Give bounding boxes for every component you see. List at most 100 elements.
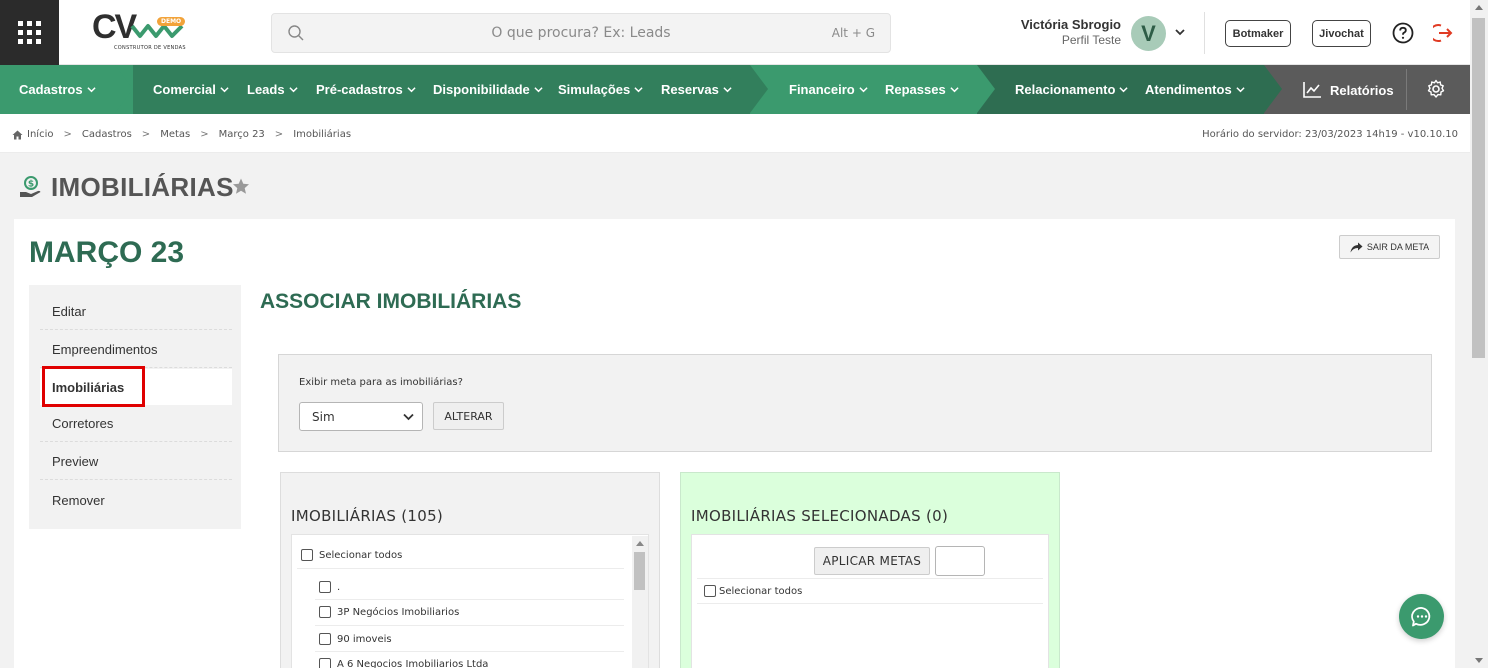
gear-icon[interactable] <box>1426 79 1446 99</box>
list-item[interactable]: 90 imoveis <box>319 633 392 645</box>
nav-item-repasses[interactable]: Repasses <box>885 82 959 97</box>
side-item-empreendimentos[interactable]: Empreendimentos <box>40 332 232 368</box>
list-item[interactable]: 3P Negócios Imobiliarios <box>319 606 459 618</box>
meta-title: MARÇO 23 <box>29 236 185 269</box>
select-all-label: Selecionar todos <box>319 549 403 561</box>
help-icon[interactable] <box>1392 22 1414 44</box>
nav-item-financeiro[interactable]: Financeiro <box>789 82 868 97</box>
nav-item-pre-cadastros[interactable]: Pré-cadastros <box>316 82 416 97</box>
side-item-remover[interactable]: Remover <box>40 482 232 518</box>
user-info[interactable]: Victória Sbrogio Perfil Teste <box>980 17 1121 47</box>
scroll-up-icon[interactable] <box>636 541 644 546</box>
nav-item-leads[interactable]: Leads <box>247 82 298 97</box>
side-item-editar[interactable]: Editar <box>40 294 232 330</box>
global-search[interactable]: O que procura? Ex: Leads Alt + G <box>271 13 891 53</box>
select-value: Sim <box>312 409 335 424</box>
show-meta-select[interactable]: Sim <box>299 402 423 431</box>
logo-text: CV <box>92 8 137 46</box>
apps-menu-button[interactable] <box>0 0 59 65</box>
divider <box>297 568 624 569</box>
nav-arrow <box>1264 65 1282 113</box>
select-all-selected[interactable]: Selecionar todos <box>704 585 802 597</box>
botmaker-button[interactable]: Botmaker <box>1225 20 1291 47</box>
breadcrumb-separator: > <box>63 129 72 140</box>
breadcrumb-item[interactable]: Início <box>27 129 53 140</box>
breadcrumb-item[interactable]: Cadastros <box>82 129 132 140</box>
divider <box>1204 12 1205 54</box>
breadcrumb-item[interactable]: Metas <box>160 129 190 140</box>
chevron-down-icon <box>534 87 543 93</box>
list-item[interactable]: A 6 Negocios Imobiliarios Ltda <box>319 658 488 668</box>
server-time: Horário do servidor: 23/03/2023 14h19 - … <box>1202 129 1458 140</box>
demo-badge: DEMO <box>157 17 186 26</box>
logout-icon[interactable] <box>1433 22 1455 44</box>
side-item-preview[interactable]: Preview <box>40 444 232 480</box>
checkbox[interactable] <box>319 581 331 593</box>
main-navbar: Cadastros Comercial Leads Pré-cadastros … <box>0 65 1470 114</box>
nav-item-relacionamento[interactable]: Relacionamento <box>1015 82 1129 97</box>
chat-bubble-icon <box>1410 606 1430 626</box>
divider <box>697 578 1043 579</box>
nav-item-disponibilidade[interactable]: Disponibilidade <box>433 82 543 97</box>
list-item-label: 3P Negócios Imobiliarios <box>337 606 460 618</box>
side-menu: Editar Empreendimentos Imobiliárias Corr… <box>29 285 241 529</box>
avatar[interactable]: V <box>1131 16 1166 51</box>
chevron-down-icon[interactable] <box>1174 26 1186 38</box>
exit-meta-label: SAIR DA META <box>1366 242 1430 252</box>
jivochat-button[interactable]: Jivochat <box>1312 20 1371 47</box>
chat-button[interactable] <box>1399 594 1444 639</box>
nav-item-reservas[interactable]: Reservas <box>661 82 732 97</box>
scroll-up-icon[interactable] <box>1475 5 1483 10</box>
divider <box>315 651 624 652</box>
checkbox[interactable] <box>319 606 331 618</box>
grid-icon <box>18 21 41 44</box>
available-panel-title: IMOBILIÁRIAS (105) <box>291 507 444 525</box>
filter-label: Exibir meta para as imobiliárias? <box>299 377 463 388</box>
meta-value-input[interactable] <box>935 546 985 576</box>
scroll-thumb[interactable] <box>634 552 645 590</box>
exit-meta-button[interactable]: SAIR DA META <box>1339 235 1440 259</box>
nav-label: Repasses <box>885 82 946 97</box>
nav-item-atendimentos[interactable]: Atendimentos <box>1145 82 1245 97</box>
breadcrumb-item[interactable]: Março 23 <box>219 129 265 140</box>
list-scrollbar[interactable] <box>632 536 648 668</box>
breadcrumb-separator: > <box>274 129 284 140</box>
nav-item-simulacoes[interactable]: Simulações <box>558 82 643 97</box>
chevron-down-icon <box>1119 87 1129 93</box>
share-arrow-icon <box>1350 242 1363 252</box>
checkbox[interactable] <box>704 585 716 597</box>
chevron-down-icon <box>407 87 416 93</box>
nav-label: Disponibilidade <box>433 82 530 97</box>
scroll-down-icon[interactable] <box>1475 658 1483 663</box>
chevron-down-icon <box>403 413 414 421</box>
star-icon[interactable] <box>232 178 250 195</box>
user-role: Perfil Teste <box>1061 33 1121 47</box>
home-icon[interactable] <box>12 130 23 140</box>
nav-label: Financeiro <box>789 82 855 97</box>
checkbox[interactable] <box>319 633 331 645</box>
divider <box>697 603 1043 604</box>
alterar-button[interactable]: ALTERAR <box>433 402 504 430</box>
checkbox[interactable] <box>319 658 331 668</box>
nav-item-comercial[interactable]: Comercial <box>153 82 229 97</box>
select-all-available[interactable]: Selecionar todos <box>301 549 402 561</box>
breadcrumb-bar: Início > Cadastros > Metas > Março 23 > … <box>0 114 1470 153</box>
nav-label: Relacionamento <box>1015 82 1116 97</box>
logo[interactable]: CV DEMO CONSTRUTOR DE VENDAS <box>92 8 188 56</box>
divider <box>315 625 624 626</box>
nav-label: Comercial <box>153 82 216 97</box>
side-item-corretores[interactable]: Corretores <box>40 406 232 442</box>
chevron-down-icon <box>723 87 732 93</box>
nav-item-cadastros[interactable]: Cadastros <box>19 82 96 97</box>
apply-metas-button[interactable]: APLICAR METAS <box>814 547 930 575</box>
list-item-label: 90 imoveis <box>337 633 392 645</box>
scroll-thumb[interactable] <box>1472 18 1485 358</box>
page-scrollbar[interactable] <box>1470 0 1488 668</box>
logo-subtitle: CONSTRUTOR DE VENDAS <box>114 45 186 51</box>
nav-item-relatorios[interactable]: Relatórios <box>1302 81 1394 99</box>
chevron-down-icon <box>950 87 959 93</box>
user-name: Victória Sbrogio <box>1020 17 1121 32</box>
checkbox[interactable] <box>301 549 313 561</box>
list-item[interactable]: . <box>319 581 340 593</box>
nav-label: Relatórios <box>1330 82 1394 98</box>
